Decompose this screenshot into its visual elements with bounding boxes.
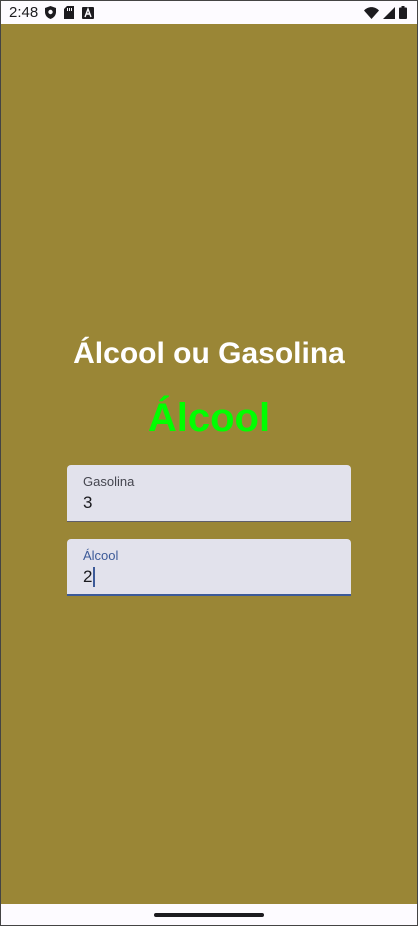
battery-icon [399,6,407,24]
device-screen: 2:48 Álcool ou Gasolina Álcool Gasolina … [0,0,418,926]
alcool-field-text: 2 [83,567,93,586]
home-gesture-handle[interactable] [154,913,264,917]
sd-card-icon [64,6,74,24]
status-icons-left [45,6,94,24]
app-content: Álcool ou Gasolina Álcool Gasolina 3 Álc… [1,24,417,904]
status-time: 2:48 [9,4,39,21]
signal-icon [383,6,395,24]
result-text: Álcool [147,396,271,440]
alcool-field[interactable]: Álcool 2 [67,539,351,596]
wifi-icon [364,6,379,24]
status-icons-right [364,6,407,24]
gasolina-field[interactable]: Gasolina 3 [67,465,351,522]
app-title: Álcool ou Gasolina [73,337,345,370]
gasolina-field-text: 3 [83,493,93,512]
shield-icon [45,6,56,24]
gasolina-field-label: Gasolina [83,474,135,489]
alcool-field-value[interactable]: 2 [83,567,96,587]
text-cursor [93,567,96,587]
status-bar: 2:48 [1,1,417,24]
navigation-bar [1,904,417,925]
alcool-field-label: Álcool [83,548,119,563]
keyboard-a-icon [82,6,94,24]
gasolina-field-value[interactable]: 3 [83,493,92,513]
